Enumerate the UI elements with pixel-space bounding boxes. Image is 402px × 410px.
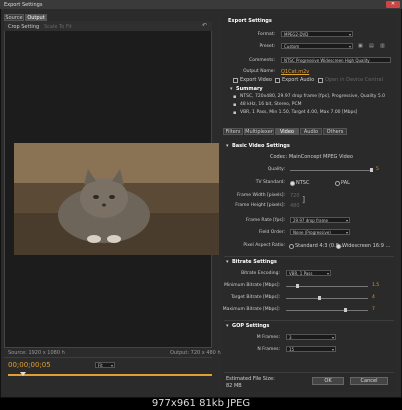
m-frames-field[interactable]: 3: [286, 334, 336, 340]
min-bitrate-thumb[interactable]: [295, 284, 299, 288]
fit-dropdown[interactable]: Fit: [95, 362, 115, 368]
timeline-bar[interactable]: [8, 374, 212, 376]
tab-video[interactable]: Video: [275, 128, 299, 135]
min-bitrate-label: Minimum Bitrate [Mbps]:: [224, 283, 280, 288]
output-name-link[interactable]: Q1Cat.m2v: [281, 69, 309, 75]
image-caption: 977x961 81kb JPEG: [0, 398, 402, 410]
summary-toggle-icon[interactable]: ▾: [230, 86, 233, 92]
save-preset-icon[interactable]: ▣: [358, 43, 363, 49]
widescreen-par-label: Widescreen 16:9 ...: [342, 243, 391, 249]
pixel-aspect-label: Pixel Aspect Ratio:: [243, 243, 285, 248]
frame-height-value[interactable]: 480: [290, 203, 300, 209]
widescreen-par-radio[interactable]: [336, 244, 341, 249]
title-bar: Export Settings ✕: [0, 0, 402, 9]
bitrate-summary-icon: ▪: [233, 110, 237, 116]
video-preview: [14, 143, 219, 255]
summary-line-audio: 48 kHz, 16 bit, Stereo, PCM: [240, 102, 302, 107]
quality-label: Quality:: [267, 167, 285, 172]
export-settings-header: Export Settings: [228, 18, 272, 24]
m-frames-label: M Frames:: [256, 335, 280, 340]
video-section-toggle-icon[interactable]: ▾: [226, 143, 229, 149]
comments-field[interactable]: NTSC Progressive Widescreen High Quality: [281, 57, 391, 63]
standard-par-radio[interactable]: [289, 244, 294, 249]
summary-header: Summary: [236, 86, 263, 92]
target-bitrate-thumb[interactable]: [318, 296, 321, 300]
quality-thumb[interactable]: [370, 168, 373, 172]
tab-audio[interactable]: Audio: [300, 128, 322, 135]
audio-summary-icon: ▪: [233, 102, 237, 108]
window-title: Export Settings: [4, 2, 43, 8]
preset-label: Preset:: [259, 44, 275, 49]
import-preset-icon[interactable]: ▤: [369, 43, 374, 49]
bitrate-encoding-dropdown[interactable]: VBR, 1 Pass: [286, 270, 331, 276]
video-summary-icon: ▪: [233, 94, 237, 100]
format-dropdown[interactable]: MPEG2-DVD: [281, 31, 353, 37]
n-frames-label: N Frames:: [257, 347, 280, 352]
min-bitrate-value[interactable]: 1.5: [372, 283, 379, 288]
ok-button[interactable]: OK: [312, 377, 344, 385]
bitrate-encoding-label: Bitrate Encoding:: [241, 271, 280, 276]
ntsc-radio[interactable]: [290, 181, 295, 186]
codec-label: Codec: MainConcept MPEG Video: [270, 154, 353, 160]
playhead[interactable]: [20, 372, 26, 376]
field-order-dropdown[interactable]: None (Progressive): [290, 229, 350, 235]
frame-rate-dropdown[interactable]: 29.97 drop frame: [290, 217, 350, 223]
bitrate-header: Bitrate Settings: [232, 259, 277, 265]
device-central-label: Open in Device Central: [325, 77, 383, 83]
comments-label: Comments:: [249, 58, 275, 63]
export-video-label: Export Video: [240, 77, 272, 83]
summary-line-bitrate: VBR, 1 Pass, Min 1.50, Target 4.00, Max …: [240, 110, 358, 115]
max-bitrate-label: Maximum Bitrate [Mbps]:: [222, 307, 280, 312]
frame-height-label: Frame Height [pixels]:: [235, 203, 285, 208]
field-order-label: Field Order:: [258, 230, 285, 235]
filesize-value: 82 MB: [226, 383, 242, 389]
target-bitrate-value[interactable]: 4: [372, 295, 375, 300]
export-audio-checkbox[interactable]: [275, 78, 280, 83]
summary-line-video: NTSC, 720x480, 29.97 drop frame [fps], P…: [240, 94, 385, 99]
frame-rate-label: Frame Rate [fps]:: [245, 218, 285, 223]
tab-filters[interactable]: Filters: [223, 128, 243, 135]
basic-video-header: Basic Video Settings: [232, 143, 290, 149]
target-bitrate-slider[interactable]: [286, 298, 368, 299]
quality-value[interactable]: 5: [376, 167, 379, 172]
cat-head: [80, 178, 128, 218]
crop-row: Crop Setting Scale To Fit ↶: [4, 21, 212, 31]
rotate-icon[interactable]: ↶: [202, 22, 207, 29]
pal-label: PAL: [341, 180, 350, 186]
bitrate-section-toggle-icon[interactable]: ▾: [226, 259, 229, 265]
tab-multiplexer[interactable]: Multiplexer: [244, 128, 274, 135]
max-bitrate-value[interactable]: 7: [372, 307, 375, 312]
cancel-button[interactable]: Cancel: [350, 377, 388, 385]
delete-preset-icon[interactable]: ▥: [380, 43, 385, 49]
gop-header: GOP Settings: [232, 323, 270, 329]
preset-dropdown[interactable]: Custom: [281, 43, 353, 49]
link-icon[interactable]: ]: [302, 195, 305, 204]
export-audio-label: Export Audio: [282, 77, 315, 83]
gop-section-toggle-icon[interactable]: ▾: [226, 323, 229, 329]
tab-others[interactable]: Others: [323, 128, 347, 135]
filesize-label: Estimated File Size:: [226, 376, 275, 382]
max-bitrate-slider[interactable]: [286, 310, 368, 311]
timecode[interactable]: 00;00;00;05: [8, 361, 51, 369]
quality-slider[interactable]: [290, 170, 372, 171]
output-info: Output: 720 x 480 h: [170, 350, 221, 356]
target-bitrate-label: Target Bitrate [Mbps]:: [231, 295, 280, 300]
format-label: Format:: [257, 32, 275, 37]
tab-output[interactable]: Output: [25, 14, 47, 21]
ntsc-label: NTSC: [296, 180, 310, 186]
crop-setting-label: Crop Setting: [8, 24, 40, 30]
device-central-checkbox[interactable]: [318, 78, 323, 83]
crop-value[interactable]: Scale To Fit: [44, 24, 72, 30]
frame-width-label: Frame Width [pixels]:: [237, 193, 285, 198]
n-frames-field[interactable]: 15: [286, 346, 336, 352]
output-name-label: Output Name:: [243, 69, 275, 74]
close-button[interactable]: ✕: [386, 1, 400, 8]
tab-source[interactable]: Source: [4, 14, 24, 21]
tv-standard-label: TV Standard:: [255, 180, 285, 185]
export-video-checkbox[interactable]: [233, 78, 238, 83]
max-bitrate-thumb[interactable]: [343, 308, 347, 312]
pal-radio[interactable]: [335, 181, 340, 186]
frame-width-value[interactable]: 720: [290, 193, 300, 199]
source-info: Source: 1920 x 1080 h: [8, 350, 65, 356]
